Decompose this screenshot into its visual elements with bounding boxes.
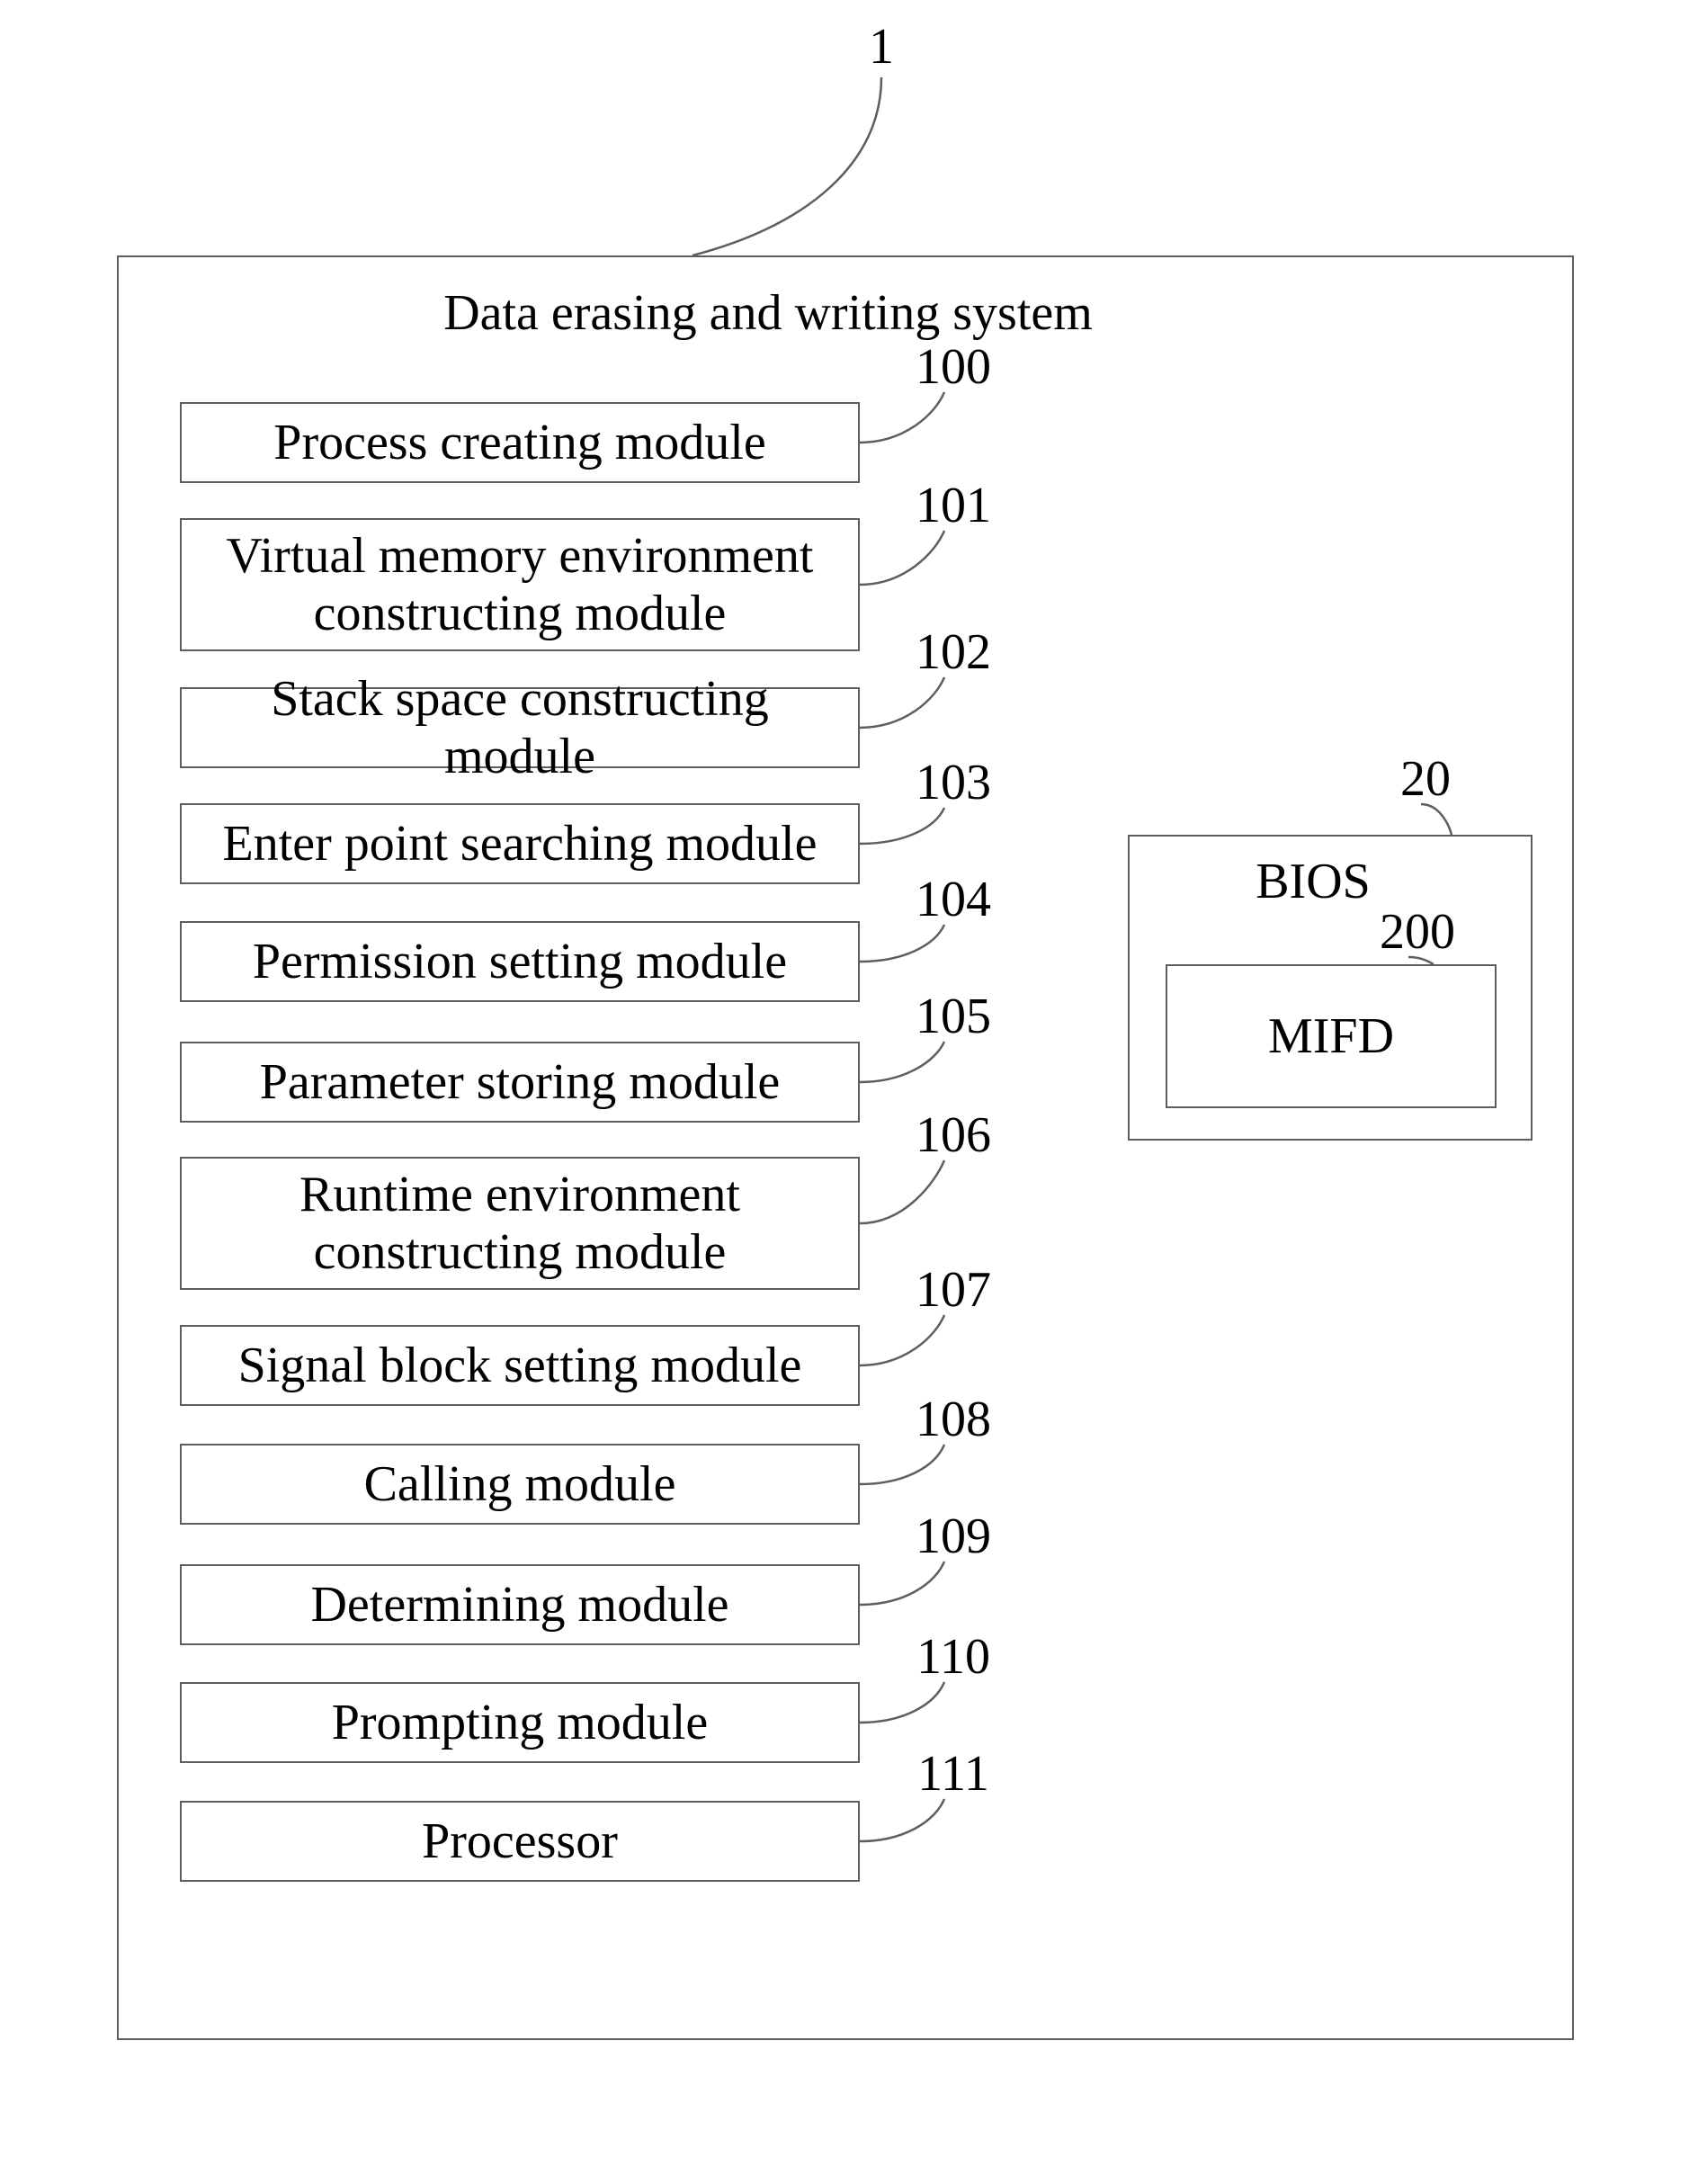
module-label-7: Signal block setting module — [238, 1337, 802, 1394]
module-ref-6: 106 — [899, 1106, 1007, 1164]
module-label-5: Parameter storing module — [260, 1053, 781, 1111]
module-ref-11: 111 — [899, 1745, 1007, 1803]
diagram-canvas: 1 Data erasing and writing system Proces… — [0, 0, 1689, 2184]
mifd-label: MIFD — [1268, 1007, 1394, 1065]
module-label-3: Enter point searching module — [223, 815, 818, 873]
module-ref-4: 104 — [899, 871, 1007, 928]
module-box-0: Process creating module — [180, 402, 860, 483]
module-label-10: Prompting module — [332, 1694, 708, 1751]
bios-ref: 20 — [1385, 750, 1466, 808]
system-title: Data erasing and writing system — [408, 284, 1128, 342]
system-ref-label: 1 — [863, 18, 899, 76]
module-ref-0: 100 — [899, 338, 1007, 396]
module-label-11: Processor — [422, 1813, 618, 1870]
bios-label: BIOS — [1232, 853, 1394, 910]
module-ref-5: 105 — [899, 988, 1007, 1045]
module-ref-10: 110 — [899, 1628, 1007, 1686]
module-label-6: Runtime environment constructing module — [191, 1166, 849, 1282]
module-box-3: Enter point searching module — [180, 803, 860, 884]
module-label-0: Process creating module — [273, 414, 765, 471]
module-ref-7: 107 — [899, 1261, 1007, 1319]
module-box-6: Runtime environment constructing module — [180, 1157, 860, 1290]
module-ref-3: 103 — [899, 754, 1007, 811]
module-box-8: Calling module — [180, 1444, 860, 1525]
module-label-4: Permission setting module — [253, 933, 787, 990]
module-ref-9: 109 — [899, 1508, 1007, 1565]
module-ref-2: 102 — [899, 623, 1007, 681]
module-box-5: Parameter storing module — [180, 1042, 860, 1123]
module-label-8: Calling module — [364, 1455, 676, 1513]
module-label-2: Stack space constructing module — [191, 670, 849, 786]
mifd-box: MIFD — [1166, 964, 1497, 1108]
module-box-10: Prompting module — [180, 1682, 860, 1763]
module-box-9: Determining module — [180, 1564, 860, 1645]
module-box-7: Signal block setting module — [180, 1325, 860, 1406]
module-box-4: Permission setting module — [180, 921, 860, 1002]
module-box-2: Stack space constructing module — [180, 687, 860, 768]
module-ref-1: 101 — [899, 477, 1007, 534]
module-label-9: Determining module — [310, 1576, 728, 1634]
module-box-1: Virtual memory environment constructing … — [180, 518, 860, 651]
mifd-ref: 200 — [1363, 903, 1471, 961]
module-label-1: Virtual memory environment constructing … — [191, 527, 849, 643]
module-box-11: Processor — [180, 1801, 860, 1882]
module-ref-8: 108 — [899, 1391, 1007, 1448]
